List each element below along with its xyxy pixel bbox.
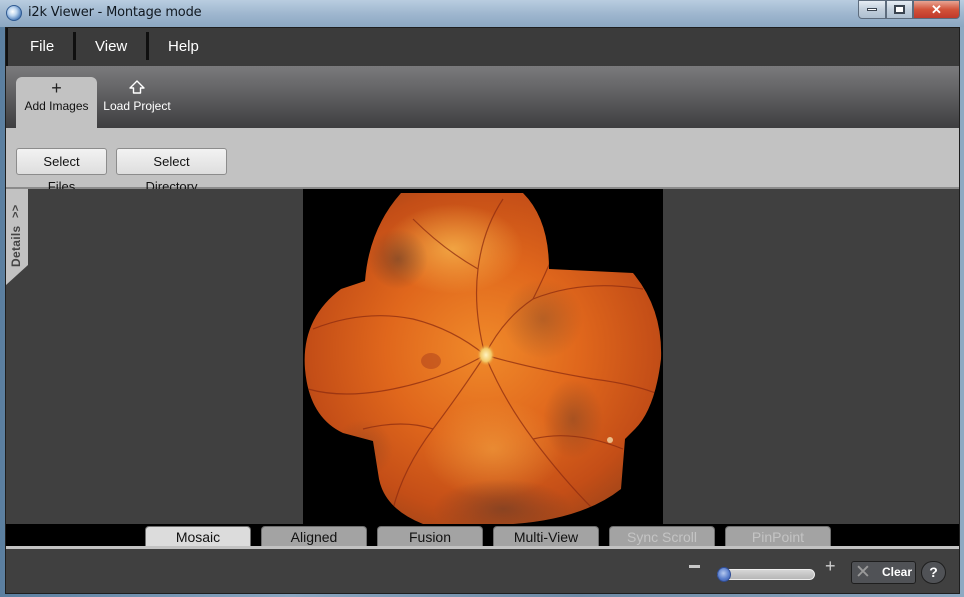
add-images-panel: Select Files Select Directory (6, 128, 959, 194)
bottom-controls: + ✕ Clear ? (6, 546, 959, 593)
menu-separator (73, 32, 76, 60)
tab-add-images[interactable]: + Add Images (16, 77, 97, 128)
tab-sync-scroll: Sync Scroll (609, 526, 715, 546)
fundus-montage-image (304, 193, 662, 524)
clear-x-icon: ✕ (855, 562, 871, 583)
close-icon: ✕ (931, 1, 942, 17)
menu-file[interactable]: File (30, 28, 54, 66)
tab-add-images-label: Add Images (24, 99, 89, 113)
maximize-button[interactable] (886, 0, 913, 19)
view-mode-tabs: Mosaic Aligned Fusion Multi-View Sync Sc… (6, 524, 959, 546)
image-viewer[interactable]: Details >> (6, 189, 959, 524)
select-directory-button[interactable]: Select Directory (116, 148, 227, 194)
zoom-out-button[interactable] (689, 565, 700, 568)
expand-chevrons-icon: >> (10, 204, 22, 218)
menu-bar: File View Help (6, 28, 959, 66)
window-title: i2k Viewer - Montage mode (28, 5, 202, 20)
toolbar: + Add Images Load Project (6, 66, 959, 128)
clear-label: Clear (882, 565, 913, 579)
app-logo-icon (6, 5, 22, 21)
app-window: File View Help + Add Images Load Project… (5, 27, 960, 594)
menu-help[interactable]: Help (168, 28, 199, 66)
tab-multi-view[interactable]: Multi-View (493, 526, 599, 546)
minimize-icon (867, 8, 877, 11)
zoom-slider[interactable] (717, 567, 815, 582)
house-icon (97, 77, 177, 99)
details-label: Details >> (9, 204, 23, 267)
menu-separator (146, 32, 149, 60)
tab-fusion[interactable]: Fusion (377, 526, 483, 546)
zoom-in-button[interactable]: + (825, 556, 836, 576)
menu-view[interactable]: View (95, 28, 127, 66)
window-controls: ✕ (858, 0, 960, 19)
select-files-button[interactable]: Select Files (16, 148, 107, 194)
close-button[interactable]: ✕ (913, 0, 960, 19)
details-panel-toggle[interactable]: Details >> (6, 189, 28, 285)
plus-icon: + (51, 78, 62, 98)
montage-canvas[interactable] (303, 189, 663, 524)
tab-mosaic[interactable]: Mosaic (145, 526, 251, 546)
help-button[interactable]: ? (921, 561, 946, 584)
clear-button[interactable]: ✕ Clear (851, 561, 916, 584)
tab-aligned[interactable]: Aligned (261, 526, 367, 546)
zoom-slider-thumb[interactable] (717, 567, 731, 582)
tab-load-project-label: Load Project (103, 99, 171, 113)
window-title-bar: i2k Viewer - Montage mode ✕ (0, 0, 964, 27)
maximize-icon (894, 5, 905, 14)
minimize-button[interactable] (858, 0, 886, 19)
tab-pinpoint: PinPoint (725, 526, 831, 546)
tab-load-project[interactable]: Load Project (97, 77, 177, 128)
